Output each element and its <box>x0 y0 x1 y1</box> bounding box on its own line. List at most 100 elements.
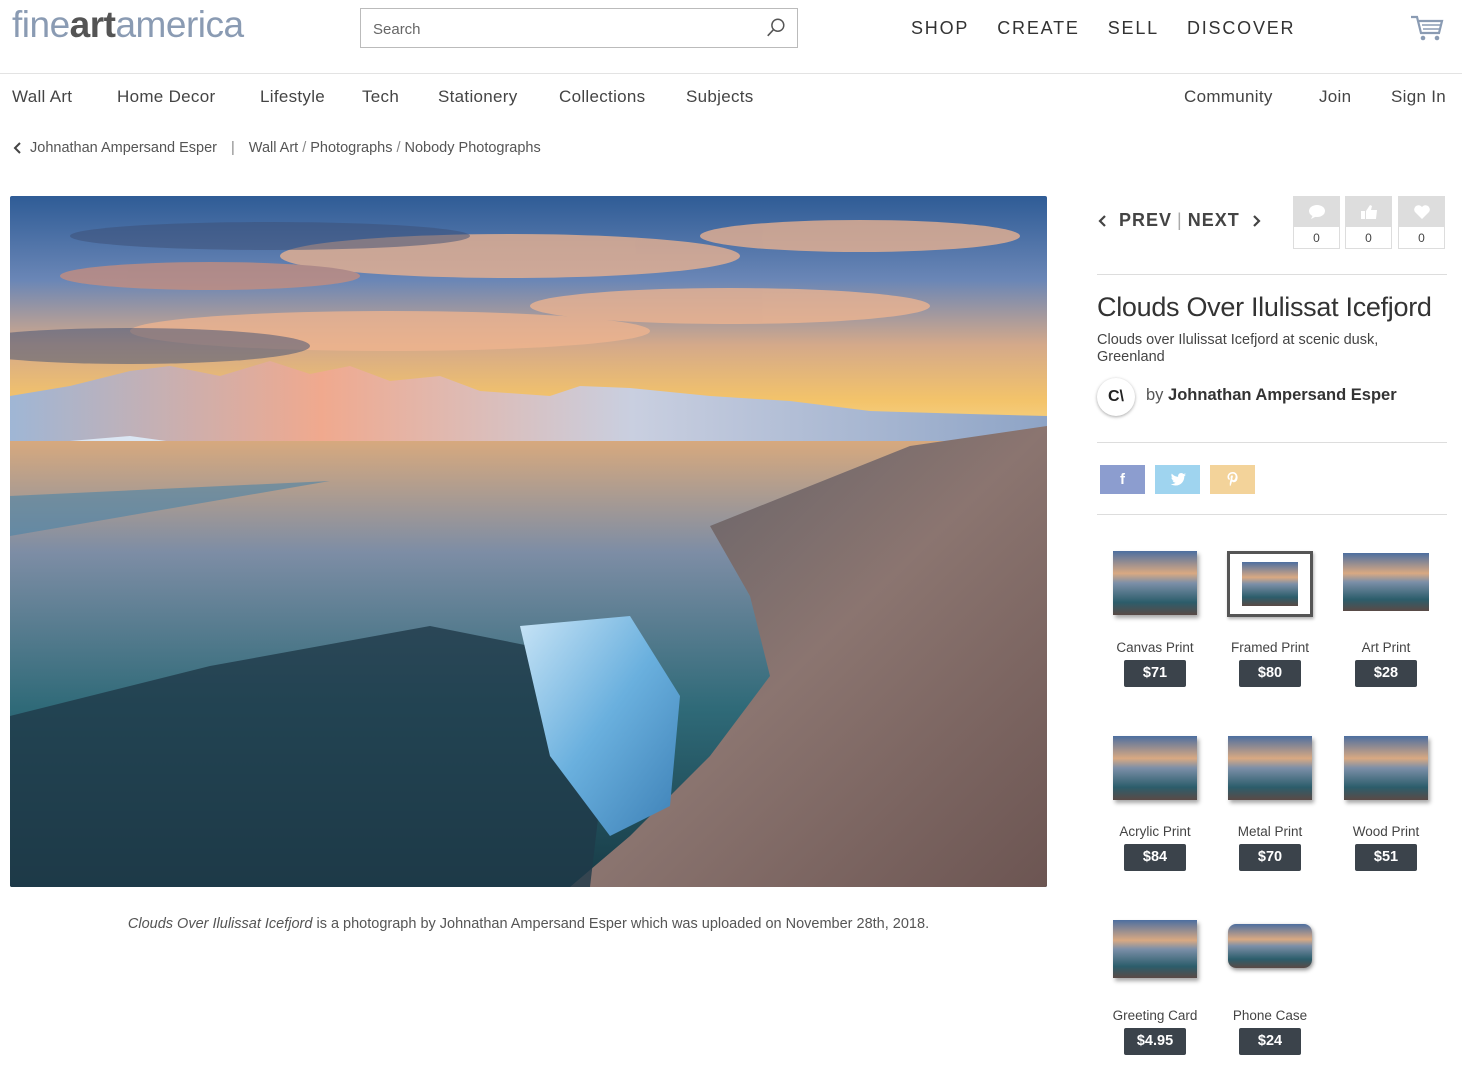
product-price[interactable]: $28 <box>1355 660 1417 687</box>
product-art-print[interactable]: Art Print $28 <box>1331 551 1441 691</box>
product-price[interactable]: $71 <box>1124 660 1186 687</box>
comments-button[interactable]: 0 <box>1293 196 1340 249</box>
chevron-left-icon[interactable] <box>12 141 24 155</box>
product-label[interactable]: Phone Case <box>1215 1008 1325 1023</box>
breadcrumb-artist[interactable]: Johnathan Ampersand Esper <box>30 140 217 156</box>
heart-icon <box>1413 205 1430 219</box>
product-canvas-print[interactable]: Canvas Print $71 <box>1100 551 1210 691</box>
greeting-card-thumbnail[interactable] <box>1113 920 1197 978</box>
product-framed-print[interactable]: Framed Print $80 <box>1215 551 1325 691</box>
favorites-count: 0 <box>1418 231 1425 245</box>
product-greeting-card[interactable]: Greeting Card $4.95 <box>1100 920 1210 1060</box>
subnav-subjects[interactable]: Subjects <box>686 87 754 107</box>
subnav-tech[interactable]: Tech <box>362 87 399 107</box>
subnav-stationery[interactable]: Stationery <box>438 87 518 107</box>
main-nav: SHOP CREATE SELL DISCOVER <box>911 18 1323 39</box>
product-wood-print[interactable]: Wood Print $51 <box>1331 736 1441 876</box>
logo-art: art <box>69 4 116 45</box>
product-label[interactable]: Canvas Print <box>1100 640 1210 655</box>
artist-avatar[interactable]: C\ <box>1097 378 1135 416</box>
artwork-description: Clouds over Ilulissat Icefjord at scenic… <box>1097 332 1379 365</box>
product-price[interactable]: $4.95 <box>1124 1028 1186 1055</box>
facebook-icon: f <box>1120 471 1125 488</box>
divider <box>1097 442 1447 443</box>
breadcrumb-photographs[interactable]: Photographs <box>310 140 392 156</box>
product-label[interactable]: Acrylic Print <box>1100 824 1210 839</box>
thumbnail-image <box>1113 920 1197 978</box>
art-print-thumbnail[interactable] <box>1343 553 1429 611</box>
phone-case-thumbnail[interactable] <box>1228 924 1312 968</box>
divider <box>1097 274 1447 275</box>
nav-sell[interactable]: SELL <box>1108 18 1159 39</box>
breadcrumb: Johnathan Ampersand Esper | Wall Art / P… <box>12 140 541 156</box>
product-price[interactable]: $51 <box>1355 844 1417 871</box>
thumbnail-image <box>1228 924 1312 968</box>
favorite-button[interactable]: 0 <box>1398 196 1445 249</box>
breadcrumb-wall-art[interactable]: Wall Art <box>249 140 298 156</box>
thumbnail-image <box>1113 736 1197 800</box>
likes-count: 0 <box>1365 231 1372 245</box>
search-icon[interactable] <box>765 17 787 39</box>
artist-byline: by Johnathan Ampersand Esper <box>1146 386 1397 405</box>
subnav-lifestyle[interactable]: Lifestyle <box>260 87 325 107</box>
chevron-left-icon[interactable] <box>1097 214 1109 228</box>
artist-name-link[interactable]: Johnathan Ampersand Esper <box>1168 386 1397 404</box>
wood-print-thumbnail[interactable] <box>1344 736 1428 800</box>
search-box <box>360 8 798 48</box>
subnav-collections[interactable]: Collections <box>559 87 645 107</box>
subnav-community[interactable]: Community <box>1184 87 1273 107</box>
canvas-print-thumbnail[interactable] <box>1113 551 1197 615</box>
thumbnail-image <box>1344 736 1428 800</box>
nav-create[interactable]: CREATE <box>997 18 1079 39</box>
product-acrylic-print[interactable]: Acrylic Print $84 <box>1100 736 1210 876</box>
breadcrumb-nobody-photographs[interactable]: Nobody Photographs <box>405 140 541 156</box>
product-phone-case[interactable]: Phone Case $24 <box>1215 920 1325 1060</box>
product-label[interactable]: Wood Print <box>1331 824 1441 839</box>
product-label[interactable]: Art Print <box>1331 640 1441 655</box>
next-link[interactable]: NEXT <box>1188 210 1240 231</box>
thumbnail-image <box>1242 562 1298 606</box>
breadcrumb-separator: | <box>231 140 235 156</box>
caption-text: is a photograph by Johnathan Ampersand E… <box>312 916 930 932</box>
pinterest-share-button[interactable] <box>1210 465 1255 494</box>
subnav-home-decor[interactable]: Home Decor <box>117 87 215 107</box>
search-input[interactable] <box>373 18 753 40</box>
chevron-right-icon[interactable] <box>1250 214 1262 228</box>
comment-icon <box>1308 205 1325 219</box>
framed-print-thumbnail[interactable] <box>1227 551 1313 617</box>
byline-prefix: by <box>1146 386 1164 404</box>
product-price[interactable]: $84 <box>1124 844 1186 871</box>
artwork-caption: Clouds Over Ilulissat Icefjord is a phot… <box>10 916 1047 932</box>
product-price[interactable]: $80 <box>1239 660 1301 687</box>
prev-next-nav: PREV | NEXT <box>1097 210 1262 231</box>
divider <box>1097 514 1447 515</box>
prev-next-divider: | <box>1177 210 1183 230</box>
subnav-sign-in[interactable]: Sign In <box>1391 87 1446 107</box>
acrylic-print-thumbnail[interactable] <box>1113 736 1197 800</box>
subnav-wall-art[interactable]: Wall Art <box>12 87 72 107</box>
product-price[interactable]: $24 <box>1239 1028 1301 1055</box>
product-metal-print[interactable]: Metal Print $70 <box>1215 736 1325 876</box>
product-price[interactable]: $70 <box>1239 844 1301 871</box>
facebook-share-button[interactable]: f <box>1100 465 1145 494</box>
metal-print-thumbnail[interactable] <box>1228 736 1312 800</box>
nav-discover[interactable]: DISCOVER <box>1187 18 1295 39</box>
twitter-share-button[interactable] <box>1155 465 1200 494</box>
subnav-join[interactable]: Join <box>1319 87 1351 107</box>
prev-link[interactable]: PREV <box>1119 210 1172 231</box>
thumbs-up-icon <box>1360 205 1377 219</box>
breadcrumb-slash: / <box>396 140 401 156</box>
twitter-icon <box>1170 473 1186 486</box>
cart-icon[interactable] <box>1410 14 1444 42</box>
comments-count: 0 <box>1313 231 1320 245</box>
like-button[interactable]: 0 <box>1345 196 1392 249</box>
product-label[interactable]: Greeting Card <box>1100 1008 1210 1023</box>
product-label[interactable]: Metal Print <box>1215 824 1325 839</box>
site-logo[interactable]: fineartamerica <box>12 4 244 46</box>
thumbnail-image <box>1343 553 1429 611</box>
artwork-image[interactable] <box>10 196 1047 887</box>
product-label[interactable]: Framed Print <box>1215 640 1325 655</box>
nav-shop[interactable]: SHOP <box>911 18 969 39</box>
caption-title: Clouds Over Ilulissat Icefjord <box>127 916 313 932</box>
pinterest-icon <box>1227 471 1238 486</box>
